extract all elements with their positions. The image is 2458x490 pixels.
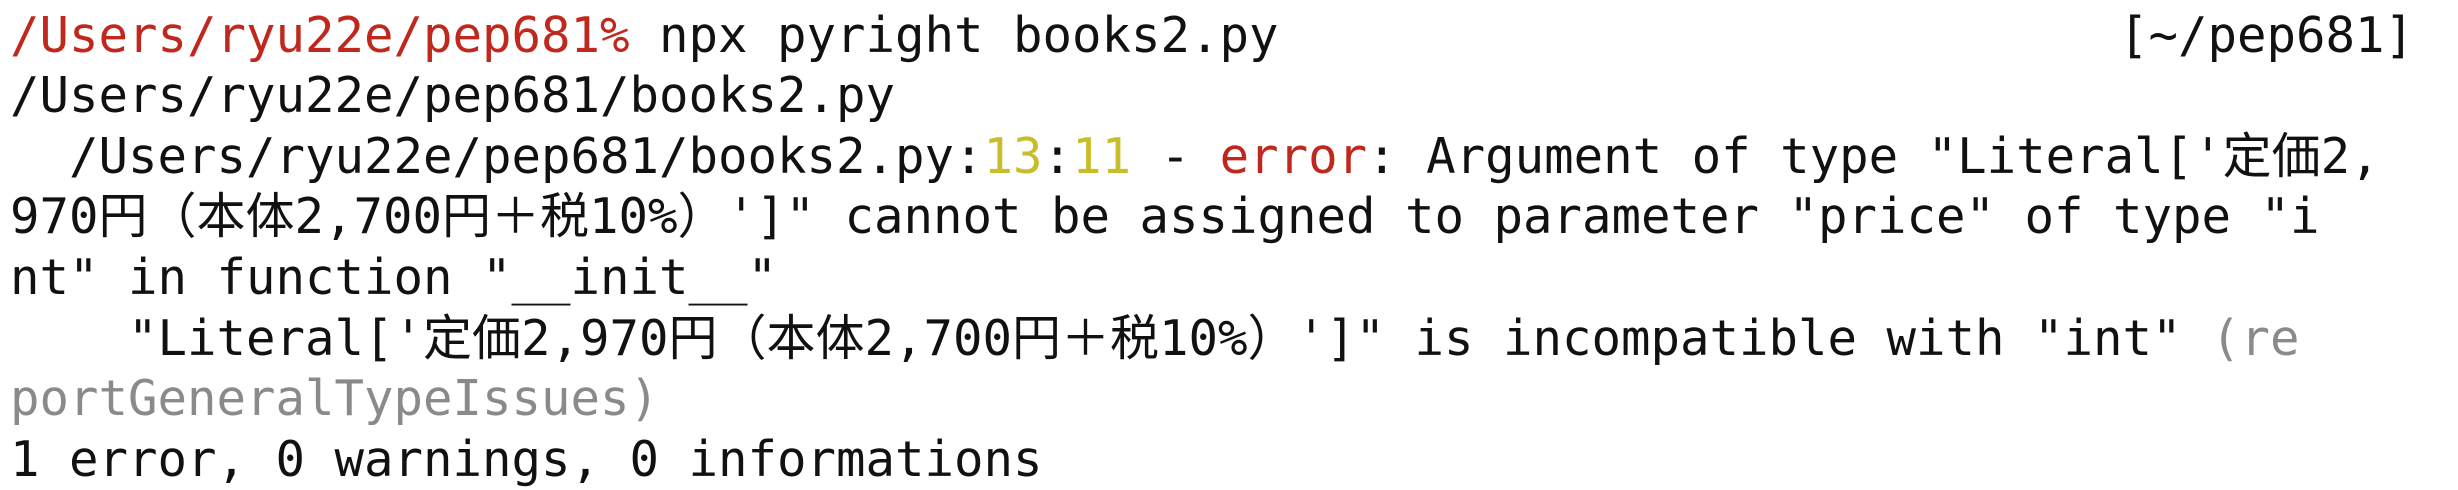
rule-name-wrap: portGeneralTypeIssues) [10,370,660,427]
error-keyword: error [1219,128,1368,185]
diagnostic-message: : Argument of type "Literal['定価2, [1367,128,2380,185]
detail-text: "Literal['定価2,970円（本体2,700円＋税10%）']" is … [10,310,2212,367]
diagnostic-location: /Users/ryu22e/pep681/books2.py [69,128,955,185]
diagnostic-line: /Users/ryu22e/pep681/books2.py:13:11 - e… [10,127,2380,187]
diagnostic-message-wrap: 970円（本体2,700円＋税10%）']" cannot be assigne… [10,188,2320,245]
diagnostic-message-wrap: nt" in function "__init__" [10,249,778,306]
rule-name: (re [2211,310,2300,367]
command-text: npx pyright books2.py [629,7,1279,64]
command-line: /Users/ryu22e/pep681% npx pyright books2… [10,6,1279,66]
line-number: 13 [983,128,1043,185]
prompt-path: /Users/ryu22e/pep681% [10,7,630,64]
diagnostic-detail: "Literal['定価2,970円（本体2,700円＋税10%）']" is … [10,309,2300,369]
output-file-path: /Users/ryu22e/pep681/books2.py [10,67,896,124]
diagnostic-indent [10,128,69,185]
right-prompt: [~/pep681] [2118,7,2414,64]
column-number: 11 [1072,128,1132,185]
summary-line: 1 error, 0 warnings, 0 informations [10,431,1043,488]
location-separator: : [954,128,984,185]
location-separator: : [1042,128,1073,185]
dash-separator: - [1131,128,1220,185]
terminal-window[interactable]: /Users/ryu22e/pep681% npx pyright books2… [0,0,2458,488]
